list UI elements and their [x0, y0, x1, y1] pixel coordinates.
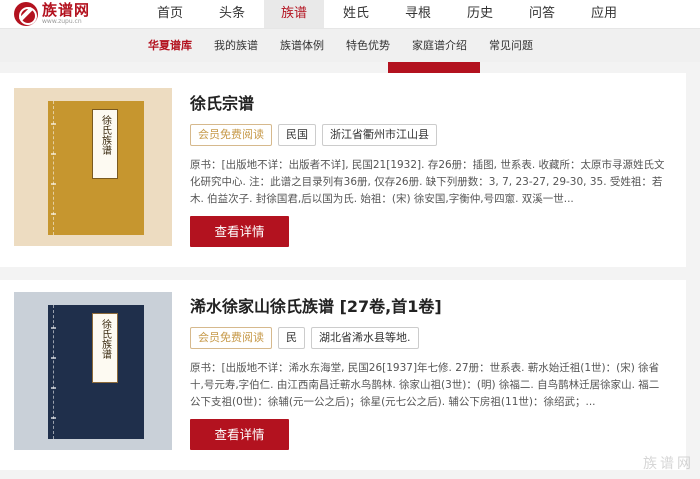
sub-nav-family-intro[interactable]: 家庭谱介绍: [412, 29, 467, 63]
nav-item-apps[interactable]: 应用: [574, 0, 634, 28]
location-tag: 湖北省浠水县等地.: [311, 327, 419, 349]
site-logo[interactable]: 族谱网 www.zupu.cn: [14, 2, 90, 26]
nav-item-headlines[interactable]: 头条: [202, 0, 262, 28]
nav-item-surnames[interactable]: 姓氏: [326, 0, 386, 28]
sub-nav-features[interactable]: 特色优势: [346, 29, 390, 63]
sub-nav-library[interactable]: 华夏谱库: [148, 29, 192, 63]
logo-url: www.zupu.cn: [42, 18, 82, 25]
card-title[interactable]: 徐氏宗谱: [190, 93, 666, 115]
book-cover[interactable]: 徐氏族谱: [14, 88, 172, 246]
genealogy-card: 徐氏族谱 浠水徐家山徐氏族谱 [27卷,首1卷] 会员免费阅读 民 湖北省浠水县…: [0, 280, 686, 470]
nav-item-home[interactable]: 首页: [140, 0, 200, 28]
view-details-button[interactable]: 查看详情: [190, 419, 289, 450]
sub-nav: 华夏谱库 我的族谱 族谱体例 特色优势 家庭谱介绍 常见问题: [148, 29, 555, 63]
tag-list: 会员免费阅读 民 湖北省浠水县等地.: [190, 327, 666, 349]
nav-item-roots[interactable]: 寻根: [388, 0, 448, 28]
sub-nav-bar: 华夏谱库 我的族谱 族谱体例 特色优势 家庭谱介绍 常见问题: [0, 28, 700, 62]
member-free-tag: 会员免费阅读: [190, 124, 272, 146]
card-description: 原书：[出版地不详：出版者不详], 民国21[1932]. 存26册：插图, 世…: [190, 159, 665, 205]
sub-nav-my-genealogy[interactable]: 我的族谱: [214, 29, 258, 63]
card-title[interactable]: 浠水徐家山徐氏族谱 [27卷,首1卷]: [190, 296, 666, 318]
book-cover-image: 徐氏族谱: [48, 305, 144, 439]
watermark: 族谱网: [643, 456, 694, 472]
logo-icon: [14, 2, 38, 26]
logo-name: 族谱网: [42, 1, 91, 19]
sub-nav-format[interactable]: 族谱体例: [280, 29, 324, 63]
nav-item-qa[interactable]: 问答: [512, 0, 572, 28]
book-cover[interactable]: 徐氏族谱: [14, 292, 172, 450]
tag-list: 会员免费阅读 民国 浙江省衢州市江山县: [190, 124, 666, 146]
era-tag: 民国: [278, 124, 316, 146]
main-nav: 首页 头条 族谱 姓氏 寻根 历史 问答 应用: [140, 0, 636, 28]
era-tag: 民: [278, 327, 305, 349]
book-cover-label: 徐氏族谱: [92, 109, 118, 179]
view-details-button[interactable]: 查看详情: [190, 216, 289, 247]
sub-nav-faq[interactable]: 常见问题: [489, 29, 533, 63]
member-free-tag: 会员免费阅读: [190, 327, 272, 349]
location-tag: 浙江省衢州市江山县: [322, 124, 437, 146]
top-header: 族谱网 www.zupu.cn 首页 头条 族谱 姓氏 寻根 历史 问答 应用: [0, 0, 700, 28]
nav-item-history[interactable]: 历史: [450, 0, 510, 28]
sub-nav-indicator: [388, 62, 480, 73]
book-cover-image: 徐氏族谱: [48, 101, 144, 235]
card-description: 原书：[出版地不详：浠水东海堂, 民国26[1937]年七修. 27册：世系表.…: [190, 362, 660, 408]
genealogy-card: 徐氏族谱 徐氏宗谱 会员免费阅读 民国 浙江省衢州市江山县 原书：[出版地不详：…: [0, 73, 686, 267]
book-cover-label: 徐氏族谱: [92, 313, 118, 383]
nav-item-genealogy[interactable]: 族谱: [264, 0, 324, 28]
